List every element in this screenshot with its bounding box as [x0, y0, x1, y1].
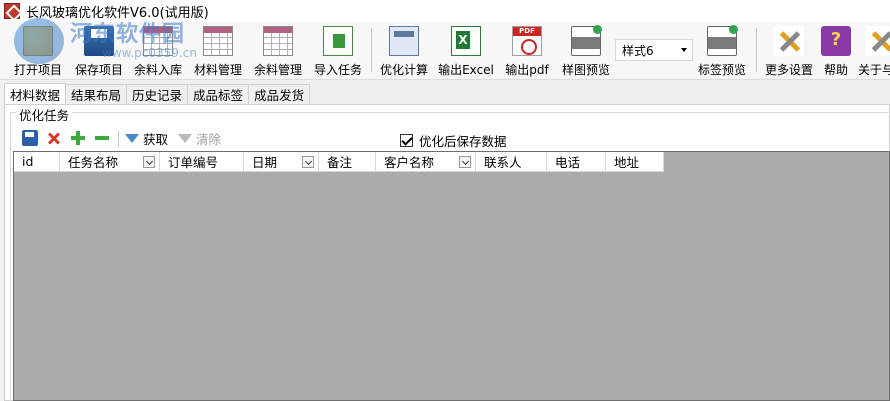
style-select-value: 样式6: [622, 43, 654, 58]
material-management-button[interactable]: 材料管理: [190, 24, 246, 78]
grid-header: id 任务名称 订单编号 日期 备注 客户名称 联系人 电话 地址: [14, 152, 664, 172]
column-label: 地址: [614, 155, 640, 170]
scrap-inbound-label: 余料入库: [133, 63, 182, 77]
style-select[interactable]: 样式6: [615, 39, 693, 61]
import-task-label: 导入任务: [313, 63, 362, 77]
toolbar-separator: [756, 28, 757, 72]
scrap-management-label: 余料管理: [253, 63, 302, 77]
scrap-management-button[interactable]: 余料管理: [250, 24, 306, 78]
sample-preview-label: 样图预览: [561, 63, 610, 77]
filter-icon[interactable]: [125, 133, 139, 143]
about-button[interactable]: 关于与: [858, 24, 890, 78]
delete-icon[interactable]: [46, 130, 62, 146]
more-settings-label: 更多设置: [764, 63, 813, 77]
printer-icon: [571, 25, 602, 56]
task-toolbar: 获取 清除: [22, 129, 221, 147]
main-tabs: 材料数据 结果布局 历史记录 成品标签 成品发货: [4, 83, 311, 104]
filter-dropdown-icon[interactable]: [143, 156, 155, 168]
label-preview-label: 标签预览: [697, 63, 746, 77]
column-header-contact[interactable]: 联系人: [476, 152, 547, 172]
export-pdf-button[interactable]: 输出pdf: [500, 24, 554, 78]
fetch-button[interactable]: 获取: [143, 129, 168, 148]
about-icon: [866, 26, 890, 56]
folder-icon: [23, 26, 53, 56]
table-icon: [203, 26, 233, 56]
sample-preview-button[interactable]: 样图预览: [558, 24, 614, 78]
task-grid[interactable]: [13, 151, 890, 401]
column-header-id[interactable]: id: [14, 152, 60, 172]
column-label: 客户名称: [384, 155, 435, 170]
printer-icon: [707, 25, 738, 56]
tools-icon: [774, 26, 804, 56]
clear-filter-icon: [178, 133, 193, 143]
scrap-inbound-button[interactable]: 余料入库: [130, 24, 186, 78]
chevron-down-icon: [681, 48, 687, 52]
label-preview-button[interactable]: 标签预览: [694, 24, 750, 78]
optimize-button[interactable]: 优化计算: [376, 24, 432, 78]
toolbar-separator: [118, 130, 119, 146]
column-header-order-number[interactable]: 订单编号: [160, 152, 244, 172]
clear-button[interactable]: 清除: [196, 129, 221, 148]
more-settings-button[interactable]: 更多设置: [761, 24, 817, 78]
export-pdf-label: 输出pdf: [505, 63, 549, 77]
save-project-label: 保存项目: [74, 63, 123, 77]
column-header-task-name[interactable]: 任务名称: [60, 152, 160, 172]
filter-dropdown-icon[interactable]: [459, 156, 471, 168]
column-label: 任务名称: [68, 155, 119, 170]
filter-dropdown-icon[interactable]: [302, 156, 314, 168]
import-task-button[interactable]: 导入任务: [310, 24, 366, 78]
calculator-icon: [389, 26, 419, 56]
save-icon[interactable]: [22, 130, 38, 146]
table-icon: [263, 26, 293, 56]
help-button[interactable]: 帮助: [820, 24, 852, 78]
column-header-phone[interactable]: 电话: [547, 152, 606, 172]
open-project-label: 打开项目: [13, 63, 62, 77]
add-icon[interactable]: [70, 130, 86, 146]
column-header-customer-name[interactable]: 客户名称: [376, 152, 476, 172]
tab-history[interactable]: 历史记录: [126, 84, 189, 104]
column-label: 联系人: [484, 155, 522, 170]
column-label: id: [22, 154, 34, 169]
tab-product-shipping[interactable]: 成品发货: [248, 84, 311, 104]
pdf-icon: [512, 26, 542, 56]
column-label: 日期: [252, 155, 278, 170]
help-book-icon: [821, 26, 851, 56]
save-project-button[interactable]: 保存项目: [71, 24, 127, 78]
column-label: 备注: [327, 155, 353, 170]
save-icon: [84, 26, 114, 56]
material-management-label: 材料管理: [193, 63, 242, 77]
tab-material-data[interactable]: 材料数据: [4, 83, 67, 104]
inventory-icon: [143, 26, 173, 56]
export-excel-label: 输出Excel: [438, 63, 494, 77]
column-header-address[interactable]: 地址: [606, 152, 664, 172]
column-header-remarks[interactable]: 备注: [319, 152, 376, 172]
optimize-label: 优化计算: [379, 63, 428, 77]
tab-product-labels[interactable]: 成品标签: [187, 84, 250, 104]
task-group-title: 优化任务: [16, 105, 73, 124]
column-label: 电话: [555, 155, 581, 170]
save-after-optimize-checkbox[interactable]: 优化后保存数据: [400, 131, 507, 150]
help-label: 帮助: [823, 63, 848, 77]
toolbar-separator: [371, 28, 372, 72]
title-bar: 长风玻璃优化软件V6.0(试用版): [0, 0, 890, 22]
about-label: 关于与: [858, 63, 890, 77]
excel-icon: [451, 26, 481, 56]
column-header-date[interactable]: 日期: [244, 152, 319, 172]
export-excel-button[interactable]: 输出Excel: [436, 24, 496, 78]
open-project-button[interactable]: 打开项目: [10, 24, 66, 78]
checkbox-checked-icon[interactable]: [400, 134, 413, 147]
column-label: 订单编号: [168, 155, 219, 170]
main-toolbar: 打开项目 保存项目 余料入库 材料管理 余料管理 导入任务 优化计算 输出Exc…: [0, 22, 890, 80]
tab-result-layout[interactable]: 结果布局: [65, 84, 128, 104]
save-after-optimize-label: 优化后保存数据: [419, 134, 507, 149]
app-logo-icon: [4, 3, 20, 19]
remove-icon[interactable]: [94, 130, 110, 146]
import-icon: [323, 26, 353, 56]
window-title: 长风玻璃优化软件V6.0(试用版): [26, 5, 209, 21]
